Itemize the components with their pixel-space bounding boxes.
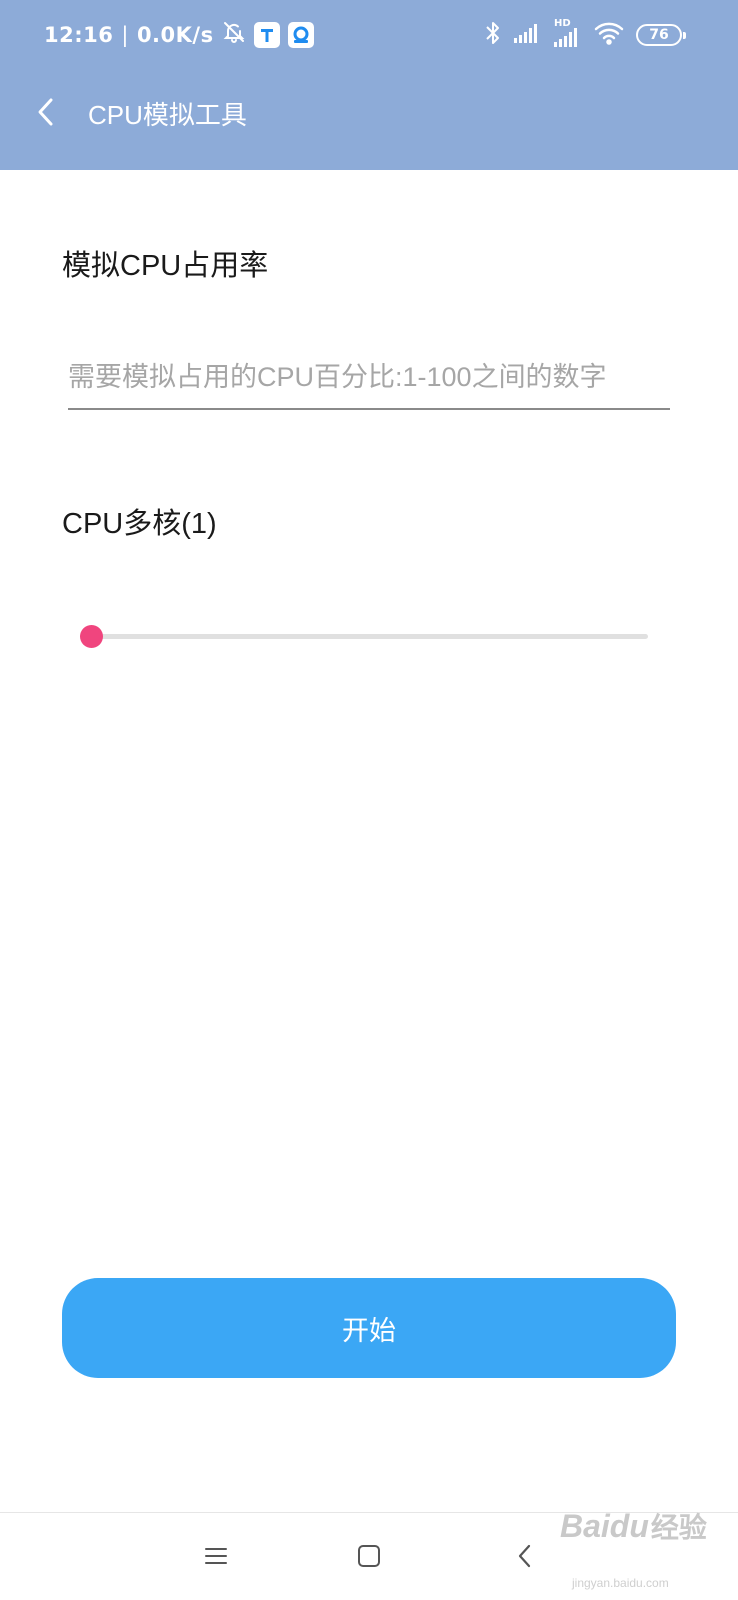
status-time: 12:16 bbox=[44, 22, 114, 47]
back-button[interactable] bbox=[22, 90, 70, 138]
status-bar: 12:16 | 0.0K/s HD 76 bbox=[0, 0, 738, 68]
watermark: Baidu 经验 bbox=[560, 1506, 707, 1546]
app-bar: CPU模拟工具 bbox=[0, 70, 738, 160]
nav-back-button[interactable] bbox=[502, 1535, 548, 1581]
menu-icon bbox=[204, 1546, 228, 1570]
status-right: HD 76 bbox=[484, 18, 686, 50]
cpu-cores-label: CPU多核(1) bbox=[62, 508, 217, 540]
page-title: CPU模拟工具 bbox=[88, 100, 247, 130]
header: 12:16 | 0.0K/s HD 76 CPU模拟工具 bbox=[0, 0, 738, 170]
nav-home-button[interactable] bbox=[346, 1535, 392, 1581]
back-icon bbox=[517, 1543, 533, 1573]
watermark-suffix: 经验 bbox=[650, 1512, 707, 1543]
cpu-usage-input[interactable] bbox=[68, 346, 670, 410]
nav-menu-button[interactable] bbox=[193, 1535, 239, 1581]
chevron-left-icon bbox=[35, 97, 57, 131]
slider-thumb[interactable] bbox=[80, 625, 103, 648]
start-button[interactable]: 开始 bbox=[62, 1278, 676, 1378]
bell-off-icon bbox=[222, 20, 246, 49]
status-separator: | bbox=[121, 22, 129, 47]
watermark-brand: Baidu bbox=[560, 1508, 649, 1544]
cpu-cores-slider[interactable] bbox=[80, 624, 648, 648]
signal-hd-icon: HD bbox=[554, 18, 582, 48]
app-t-icon bbox=[253, 21, 280, 48]
signal-icon bbox=[514, 22, 542, 48]
home-icon bbox=[357, 1544, 381, 1572]
cpu-usage-label: 模拟CPU占用率 bbox=[62, 250, 269, 282]
app-camera-icon bbox=[287, 21, 314, 48]
bluetooth-icon bbox=[484, 20, 502, 50]
battery-icon: 76 bbox=[636, 24, 686, 46]
wifi-icon bbox=[594, 21, 624, 49]
battery-level: 76 bbox=[649, 27, 669, 43]
slider-track[interactable] bbox=[90, 634, 648, 639]
status-left: 12:16 | 0.0K/s bbox=[44, 20, 314, 49]
network-speed: 0.0K/s bbox=[136, 22, 214, 47]
watermark-url: jingyan.baidu.com bbox=[572, 1576, 669, 1590]
